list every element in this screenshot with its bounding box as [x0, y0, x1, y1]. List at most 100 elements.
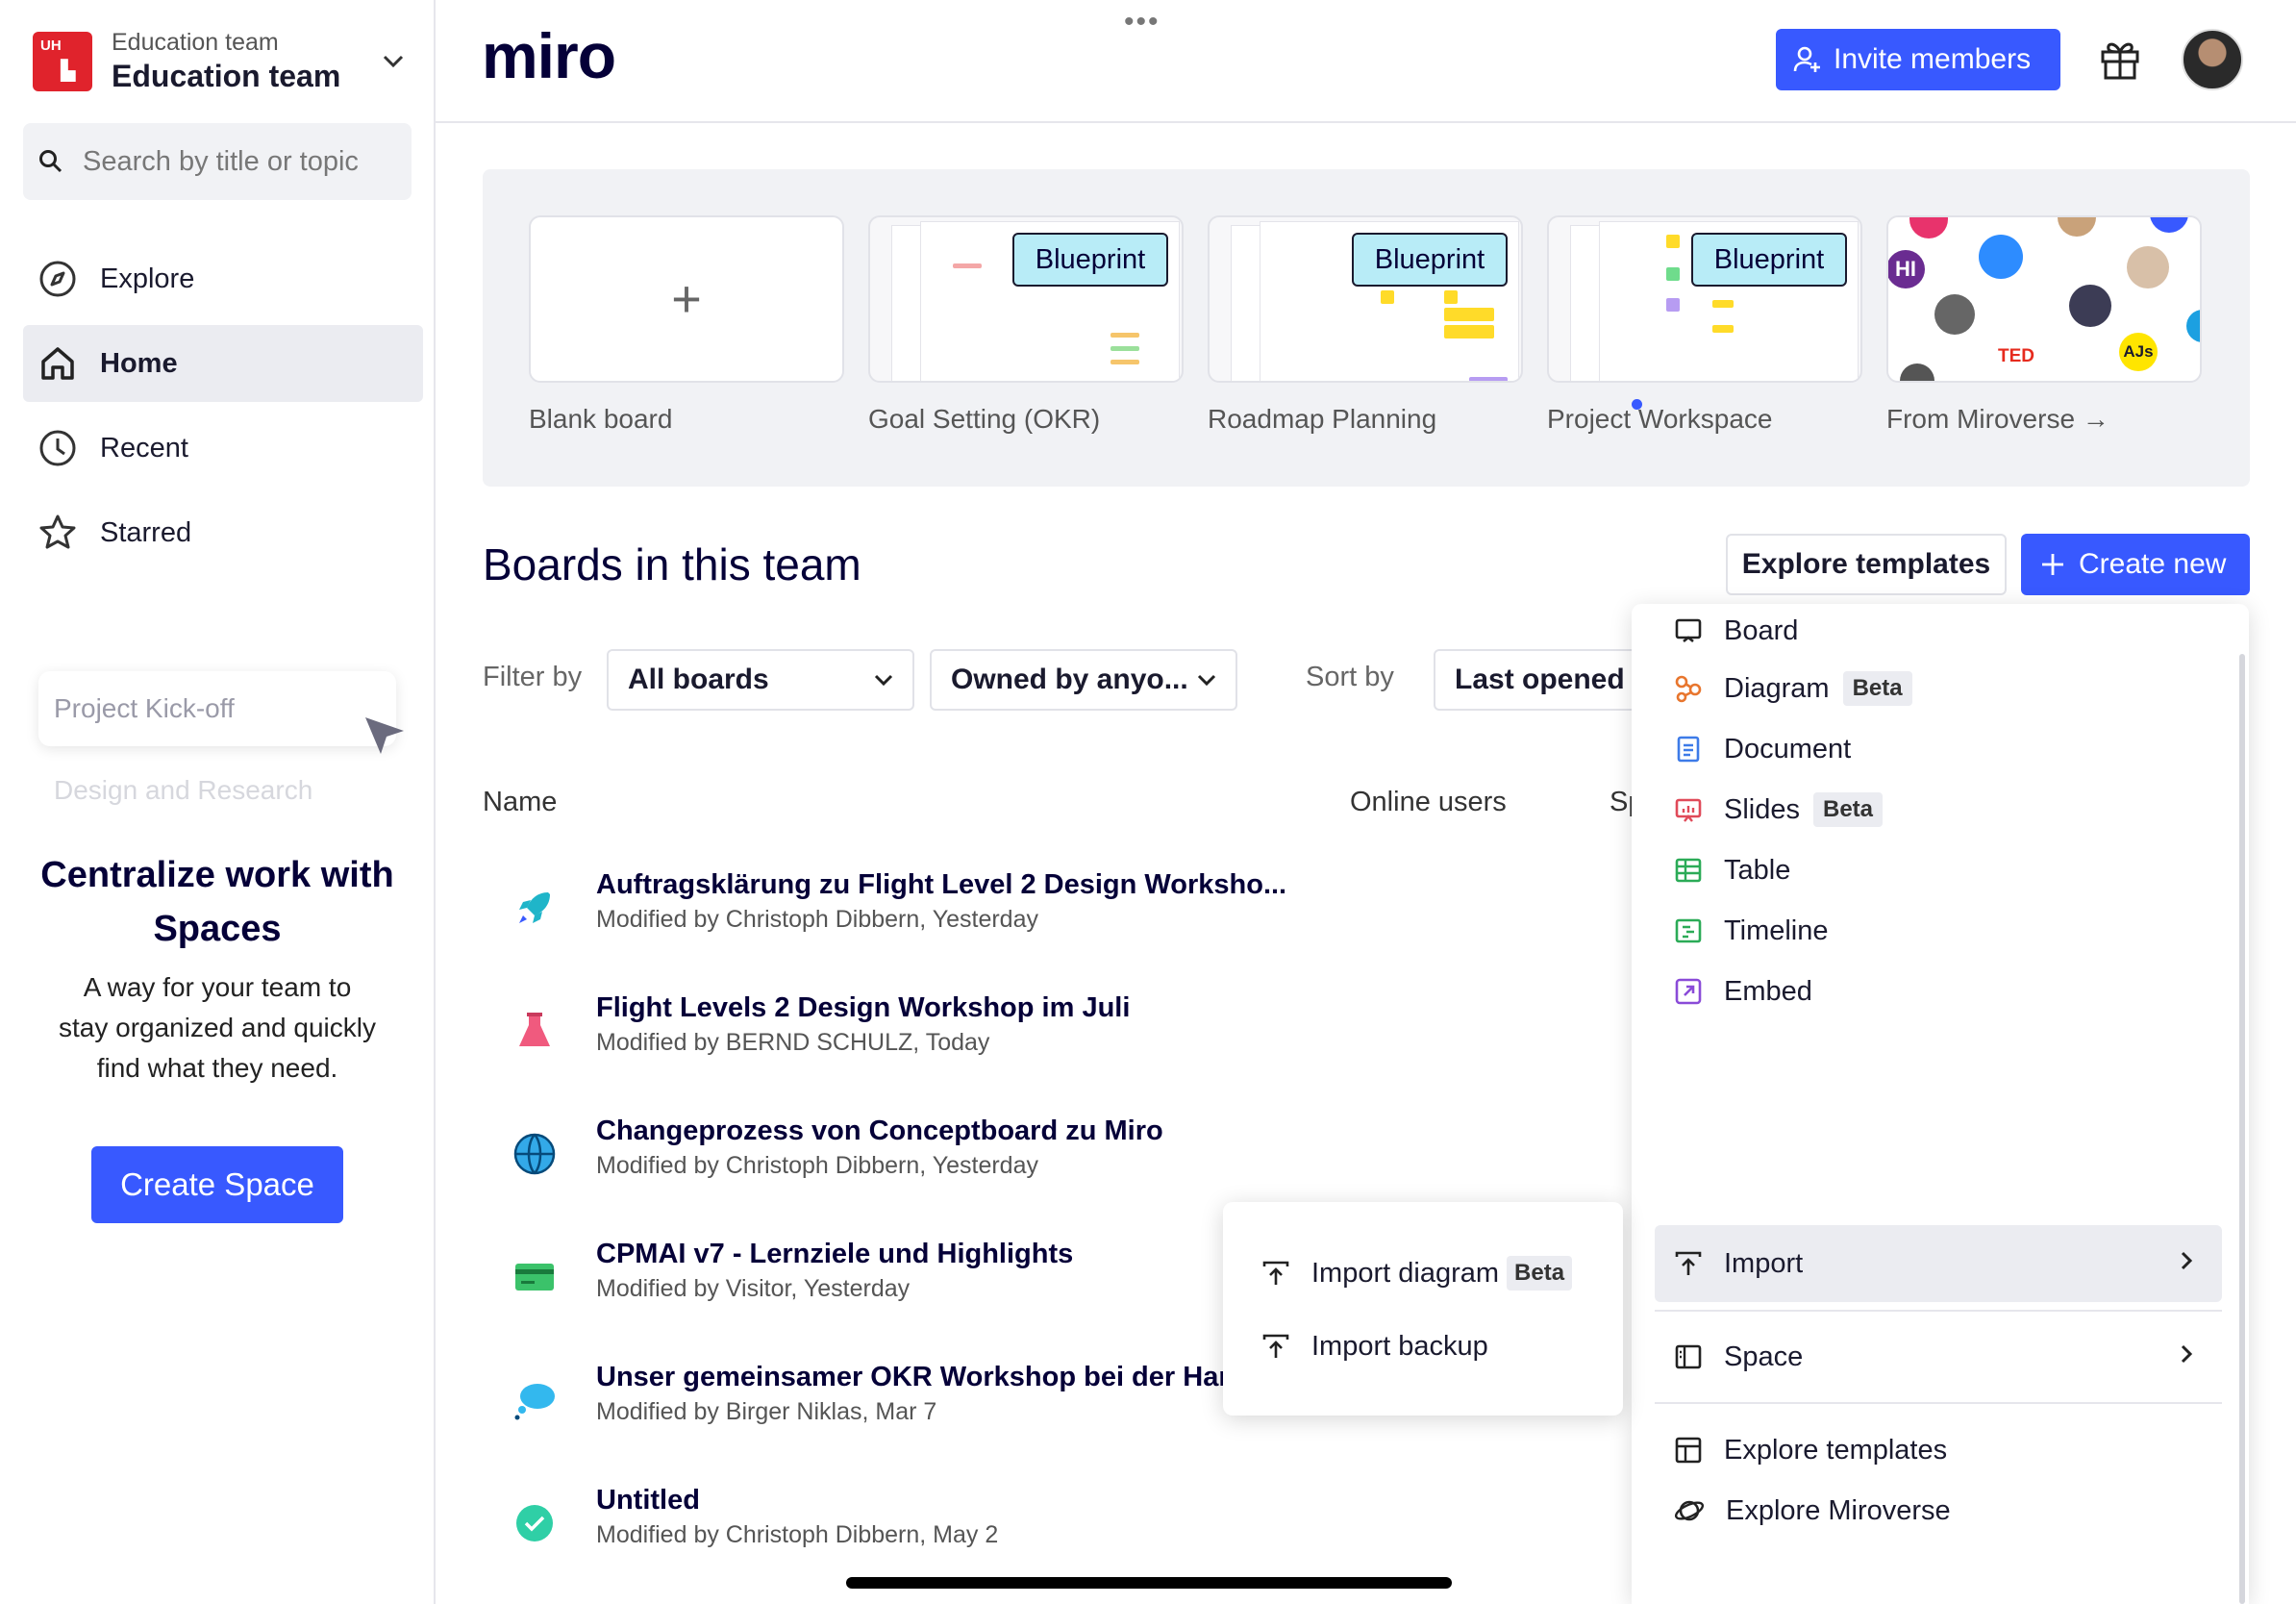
- team-name: Education team: [112, 59, 341, 93]
- board-modified: Modified by Visitor, Yesterday: [596, 1275, 911, 1302]
- menu-item-import-diagram[interactable]: Import diagram Beta: [1261, 1244, 1573, 1302]
- create-new-label: Create new: [2079, 548, 2227, 580]
- template-thumbnail[interactable]: HI AJs TED: [1886, 215, 2202, 383]
- top-header: miro ••• Invite members: [436, 0, 2296, 123]
- template-roadmap-planning[interactable]: Blueprint Roadmap Planning: [1208, 215, 1523, 435]
- document-icon: [1677, 736, 1700, 763]
- chevron-right-icon: [2181, 1251, 2193, 1270]
- create-new-menu: Board Diagram Beta Document Slides Beta …: [1632, 604, 2249, 1604]
- menu-item-explore-miroverse[interactable]: Explore Miroverse: [1655, 1472, 2222, 1549]
- explore-templates-button[interactable]: Explore templates: [1726, 534, 2007, 595]
- create-new-button[interactable]: Create new: [2021, 534, 2250, 595]
- board-title: Flight Levels 2 Design Workshop im Juli: [596, 992, 1131, 1023]
- sidebar-item-label: Recent: [100, 432, 188, 464]
- blueprint-badge: Blueprint: [1691, 233, 1847, 287]
- templates-panel: + Blank board Blueprint Goal Setting (OK…: [483, 169, 2250, 487]
- template-label: Goal Setting (OKR): [868, 404, 1101, 434]
- sidebar-item-label: Home: [100, 347, 178, 379]
- template-label: Project Workspace: [1547, 404, 1773, 434]
- diagram-icon: [1675, 675, 1702, 703]
- board-title: CPMAI v7 - Lernziele und Highlights: [596, 1239, 1074, 1269]
- sort-label: Sort by: [1306, 662, 1394, 692]
- invite-members-button[interactable]: Invite members: [1776, 29, 2060, 90]
- home-icon: [41, 347, 74, 380]
- menu-divider: [1655, 1310, 2222, 1312]
- templates-icon: [1675, 1437, 1702, 1464]
- promo-title: Centralize work with Spaces: [40, 855, 394, 949]
- video-icon: [1979, 235, 2023, 279]
- sidebar-item-recent[interactable]: Recent: [23, 410, 423, 487]
- table-row[interactable]: Untitled Modified by Christoph Dibbern, …: [483, 1481, 1636, 1587]
- flask-icon: [508, 1004, 562, 1058]
- sidebar-item-label: Starred: [100, 516, 192, 548]
- menu-item-space[interactable]: Space: [1655, 1318, 2222, 1395]
- table-row[interactable]: Flight Levels 2 Design Workshop im Juli …: [483, 989, 1636, 1094]
- clock-icon: [39, 430, 76, 466]
- sort-select[interactable]: Last opened: [1434, 649, 1655, 711]
- template-goal-setting[interactable]: Blueprint Goal Setting (OKR): [868, 215, 1184, 435]
- space-icon: [1675, 1344, 1702, 1369]
- menu-divider: [1655, 1402, 2222, 1404]
- beta-badge: Beta: [1842, 671, 1912, 706]
- board-modified: Modified by Birger Niklas, Mar 7: [596, 1398, 937, 1425]
- chevron-down-icon[interactable]: [379, 47, 408, 76]
- castle-icon: ▙: [61, 61, 76, 82]
- board-icon: [1675, 618, 1702, 643]
- home-indicator[interactable]: [846, 1577, 1452, 1589]
- promo-description: A way for your team to stay organized an…: [59, 972, 376, 1083]
- search-input[interactable]: Search by title or topic: [23, 123, 412, 200]
- template-thumbnail[interactable]: +: [529, 215, 844, 383]
- gift-icon[interactable]: [2099, 37, 2141, 81]
- search-icon: [39, 150, 62, 173]
- miro-logo[interactable]: miro: [482, 19, 616, 92]
- embed-icon: [1675, 978, 1702, 1005]
- chevron-down-icon: [1197, 674, 1216, 686]
- promo-faded-text: Design and Research: [54, 775, 313, 805]
- sidebar-item-explore[interactable]: Explore: [23, 240, 423, 317]
- template-label: From Miroverse →: [1886, 404, 2109, 434]
- filter-boards-select[interactable]: All boards: [607, 649, 914, 711]
- menu-item-embed[interactable]: Embed: [1655, 953, 2222, 1030]
- board-title: Auftragsklärung zu Flight Level 2 Design…: [596, 869, 1287, 900]
- card-icon: [508, 1250, 562, 1304]
- sidebar-item-starred[interactable]: Starred: [23, 494, 423, 571]
- sidebar-nav: Explore Home Recent Starred: [23, 240, 423, 579]
- create-space-button[interactable]: Create Space: [91, 1146, 343, 1223]
- board-title: Changeprozess von Conceptboard zu Miro: [596, 1115, 1163, 1146]
- beta-badge: Beta: [1813, 792, 1884, 827]
- table-row[interactable]: Auftragsklärung zu Flight Level 2 Design…: [483, 865, 1636, 971]
- plus-icon: [2042, 554, 2063, 575]
- chevron-right-icon: [2181, 1344, 2193, 1364]
- template-thumbnail[interactable]: Blueprint: [868, 215, 1184, 383]
- table-icon: [1675, 858, 1702, 883]
- team-switcher[interactable]: UH ▙ Education team Education team: [33, 27, 408, 96]
- template-thumbnail[interactable]: Blueprint: [1208, 215, 1523, 383]
- avatar[interactable]: [2182, 29, 2243, 90]
- sidebar-item-label: Explore: [100, 263, 195, 294]
- owner-select[interactable]: Owned by anyo...: [930, 649, 1237, 711]
- column-header-name[interactable]: Name: [483, 787, 557, 818]
- board-modified: Modified by Christoph Dibbern, May 2: [596, 1521, 999, 1548]
- team-subtitle: Education team: [112, 29, 279, 56]
- notification-dot: [1632, 399, 1642, 410]
- plus-icon: +: [671, 270, 702, 328]
- planet-icon: [1674, 1500, 1705, 1521]
- menu-scrollbar[interactable]: [2239, 654, 2245, 1604]
- beta-badge: Beta: [1507, 1256, 1573, 1291]
- timeline-icon: [1675, 918, 1702, 943]
- template-blank-board[interactable]: + Blank board: [529, 215, 844, 435]
- sidebar: UH ▙ Education team Education team Searc…: [0, 0, 436, 1604]
- menu-item-import-backup[interactable]: Import backup: [1261, 1317, 1488, 1375]
- menu-item-import[interactable]: Import: [1655, 1225, 2222, 1302]
- filter-label: Filter by: [483, 662, 583, 692]
- promo-card: Project Kick-off: [38, 671, 396, 746]
- blueprint-badge: Blueprint: [1352, 233, 1508, 287]
- sidebar-item-home[interactable]: Home: [23, 325, 423, 402]
- template-thumbnail[interactable]: Blueprint: [1547, 215, 1862, 383]
- more-dots-icon[interactable]: •••: [1124, 6, 1160, 38]
- template-from-miroverse[interactable]: HI AJs TED From Miroverse →: [1886, 215, 2202, 435]
- template-project-workspace[interactable]: Blueprint Project Workspace: [1547, 215, 1862, 435]
- team-logo: UH ▙: [33, 32, 92, 91]
- import-submenu: Import diagram Beta Import backup: [1223, 1202, 1623, 1416]
- cursor-icon: [365, 717, 404, 754]
